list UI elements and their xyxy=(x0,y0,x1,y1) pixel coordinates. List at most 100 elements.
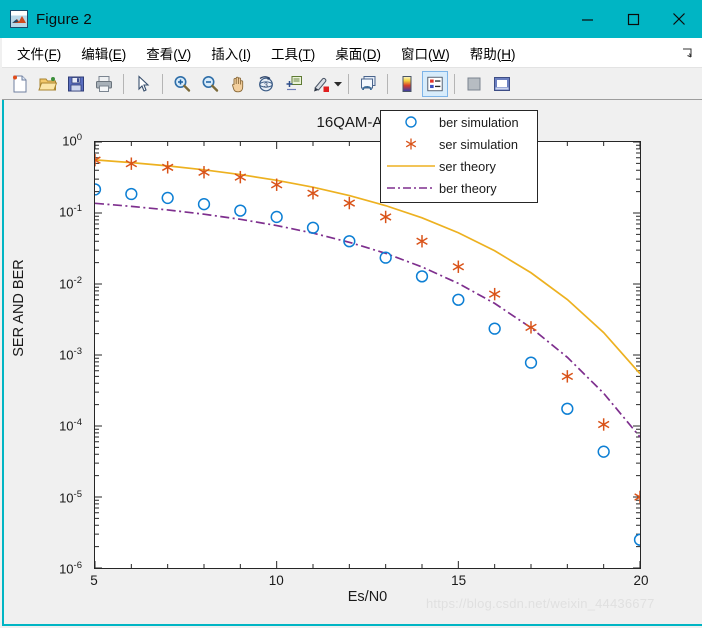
menu-item-insert[interactable]: 插入(I) xyxy=(202,41,260,65)
maximize-button[interactable] xyxy=(610,0,656,38)
menu-label-window: 窗口( xyxy=(401,46,433,62)
menu-tail-tools: ) xyxy=(310,46,316,62)
y-tick-exp-6: -6 xyxy=(73,560,82,571)
y-tick-label-3: 10-3 xyxy=(59,346,82,363)
data-cursor-button[interactable] xyxy=(281,71,307,97)
separator-5 xyxy=(454,73,455,94)
separator-2 xyxy=(162,73,163,94)
colorbar-button[interactable] xyxy=(394,71,420,97)
y-tick-exp-4: -4 xyxy=(73,417,82,429)
menu-tail-help: ) xyxy=(511,46,516,62)
menu-item-desktop[interactable]: 桌面(D) xyxy=(326,41,390,65)
window-title: Figure 2 xyxy=(36,10,92,28)
menu-label-view: 查看( xyxy=(146,46,178,62)
minimize-button[interactable] xyxy=(564,0,610,38)
new-figure-button[interactable] xyxy=(7,71,33,97)
solid-line-icon xyxy=(383,156,439,176)
toolbar: 3 xyxy=(2,68,702,100)
show-plot-tools-button[interactable] xyxy=(489,71,515,97)
menu-label-tools: 工具( xyxy=(271,46,303,62)
menu-label-desktop: 桌面( xyxy=(335,46,367,62)
separator-3 xyxy=(348,73,349,94)
plot-drawing xyxy=(95,142,640,568)
x-tick-label-1: 10 xyxy=(268,573,284,588)
legend-label-ber-simulation: ber simulation xyxy=(439,114,519,130)
x-tick-label-3: 20 xyxy=(633,573,649,588)
rotate-3d-button[interactable]: 3 xyxy=(253,71,279,97)
y-tick-label-5: 10-5 xyxy=(59,488,82,506)
menu-item-help[interactable]: 帮助(H) xyxy=(461,41,525,65)
x-tick-label-0: 5 xyxy=(90,573,98,588)
menu-item-file[interactable]: 文件(F) xyxy=(8,41,70,65)
y-tick-exp-2: -2 xyxy=(73,274,82,286)
menu-item-window[interactable]: 窗口(W) xyxy=(392,41,459,65)
menu-mnemonic-edit: E xyxy=(112,46,122,62)
y-tick-exp-3: -3 xyxy=(73,346,82,357)
legend-entry-ser-theory: ser theory xyxy=(381,155,537,177)
y-axis-label: SER AND BER xyxy=(11,259,27,357)
watermark-text: https://blog.csdn.net/weixin_44436677 xyxy=(426,596,655,611)
legend-label-ber-theory: ber theory xyxy=(439,180,497,196)
plot-axes[interactable] xyxy=(94,141,641,569)
menu-mnemonic-window: W xyxy=(432,46,446,62)
link-data-button[interactable] xyxy=(355,71,381,97)
menu-mnemonic-view: V xyxy=(177,46,187,62)
y-tick-label-0: 100 xyxy=(62,132,82,149)
menu-label-edit: 编辑( xyxy=(81,46,113,62)
separator-1 xyxy=(123,73,124,94)
menu-tail-desktop: ) xyxy=(376,46,382,62)
y-tick-exp-5: -5 xyxy=(73,488,82,500)
menu-tail-insert: ) xyxy=(246,46,252,62)
print-figure-button[interactable] xyxy=(91,71,117,97)
matlab-figure-window: Figure 2 文件(F) 编辑(E) 查看(V) 插入(I) 工具(T) 桌… xyxy=(0,0,702,628)
menu-label-file: 文件( xyxy=(17,46,49,62)
menu-tail-window: ) xyxy=(445,46,450,62)
menu-label-insert: 插入( xyxy=(211,46,243,62)
menu-bar: 文件(F) 编辑(E) 查看(V) 插入(I) 工具(T) 桌面(D) 窗口(W… xyxy=(2,38,702,68)
menu-tail-view: ) xyxy=(186,46,192,62)
legend-entry-ber-simulation: ber simulation xyxy=(381,111,537,133)
legend-entry-ser-simulation: ser simulation xyxy=(381,133,537,155)
legend-entry-ber-theory: ber theory xyxy=(381,177,537,199)
menu-item-edit[interactable]: 编辑(E) xyxy=(72,41,135,65)
x-tick-label-2: 15 xyxy=(451,573,467,588)
y-tick-label-1: 10-1 xyxy=(59,203,82,220)
title-bar: Figure 2 xyxy=(0,0,702,38)
dashdot-line-icon xyxy=(383,178,439,198)
close-button[interactable] xyxy=(656,0,702,38)
legend-label-ser-simulation: ser simulation xyxy=(439,136,518,152)
legend-box[interactable]: ber simulation ser simulation ser theory… xyxy=(380,110,538,203)
circle-marker-icon xyxy=(383,112,439,132)
plot-title: 16QAM-AWGN xyxy=(316,114,419,131)
separator-4 xyxy=(387,73,388,94)
menu-mnemonic-desktop: D xyxy=(366,46,377,62)
menu-item-view[interactable]: 查看(V) xyxy=(137,41,200,65)
menu-mnemonic-help: H xyxy=(501,46,512,62)
caret-down-icon[interactable] xyxy=(333,71,343,97)
matlab-logo-icon xyxy=(10,10,28,28)
y-tick-label-2: 10-2 xyxy=(59,274,82,292)
window-controls xyxy=(564,0,702,38)
menu-tail-file: ) xyxy=(56,46,62,62)
hide-plot-tools-button[interactable] xyxy=(461,71,487,97)
pan-button[interactable] xyxy=(225,71,251,97)
legend-button[interactable] xyxy=(422,70,448,97)
edit-plot-button[interactable] xyxy=(130,71,156,97)
save-figure-button[interactable] xyxy=(63,71,89,97)
brush-button[interactable] xyxy=(309,71,335,97)
figure-canvas: 16QAM-AWGN SER AND BER 100 10-1 10-2 10-… xyxy=(2,100,702,626)
menu-mnemonic-file: F xyxy=(48,46,57,62)
asterisk-marker-icon xyxy=(383,134,439,154)
dock-arrow-icon[interactable] xyxy=(680,46,694,60)
open-file-button[interactable] xyxy=(35,71,61,97)
zoom-out-button[interactable] xyxy=(197,71,223,97)
y-tick-label-4: 10-4 xyxy=(59,417,82,434)
menu-tail-edit: ) xyxy=(121,46,127,62)
y-tick-exp-0: 0 xyxy=(76,132,82,143)
zoom-in-button[interactable] xyxy=(169,71,195,97)
menu-item-tools[interactable]: 工具(T) xyxy=(262,41,324,65)
legend-label-ser-theory: ser theory xyxy=(439,158,496,174)
svg-text:3: 3 xyxy=(264,82,268,89)
menu-mnemonic-tools: T xyxy=(302,46,311,62)
menu-label-help: 帮助( xyxy=(469,46,502,62)
